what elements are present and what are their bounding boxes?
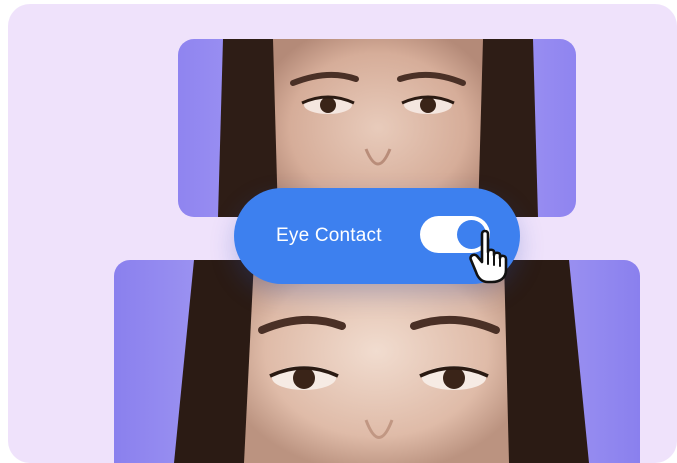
eye-contact-label: Eye Contact: [276, 225, 382, 246]
feature-card: Eye Contact: [8, 4, 677, 463]
face-photo-after: [114, 260, 640, 463]
face-image-after: [114, 260, 640, 463]
hand-pointer-icon: [469, 229, 508, 284]
eye-contact-toggle-control[interactable]: Eye Contact: [234, 188, 520, 284]
